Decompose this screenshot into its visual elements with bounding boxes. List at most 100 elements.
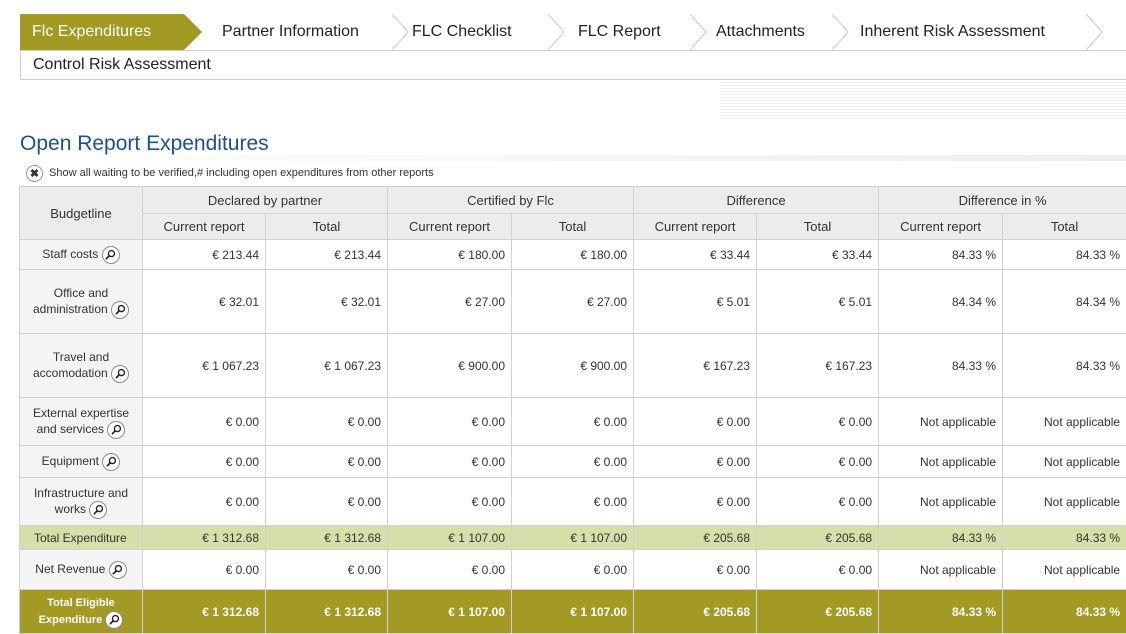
group-header: Declared by partner	[141, 186, 389, 214]
value-cell: € 27.00	[387, 269, 513, 334]
tab-label: Flc Expenditures	[32, 23, 152, 40]
subheader: Total	[756, 213, 880, 240]
value-cell: € 27.00	[511, 269, 635, 334]
tab-separator-icon	[548, 14, 565, 50]
value-cell: € 1 107.00	[387, 525, 513, 550]
value-cell: Not applicable	[878, 549, 1004, 590]
table-row: Net Revenue € 0.00 € 0.00 € 0.00 € 0.00 € 0.…	[19, 549, 1126, 590]
value-cell: 84.34 %	[1002, 269, 1126, 334]
budgetline-label: Office and administration	[32, 285, 109, 316]
magnifier-icon[interactable]	[108, 560, 127, 579]
tab-separator-icon	[832, 14, 849, 50]
table-row: Staff costs € 213.44 € 213.44 € 180.00 € 18…	[19, 239, 1126, 270]
magnifier-icon[interactable]	[89, 500, 108, 519]
budgetline-cell: Equipment	[19, 445, 143, 478]
magnifier-icon[interactable]	[102, 452, 121, 471]
budgetline-label: Staff costs	[42, 246, 99, 261]
value-cell: € 205.68	[633, 525, 758, 550]
value-cell: € 1 107.00	[511, 589, 635, 634]
close-icon[interactable]: ✖	[26, 164, 43, 182]
magnifier-icon[interactable]	[105, 610, 124, 629]
subheader: Total	[1002, 213, 1126, 240]
tab-separator-icon	[392, 14, 409, 50]
value-cell: € 1 067.23	[142, 333, 266, 398]
magnifier-icon[interactable]	[111, 300, 130, 319]
magnifier-icon[interactable]	[101, 245, 120, 264]
magnifier-icon[interactable]	[111, 364, 130, 383]
tab-separator-icon	[1086, 14, 1103, 50]
value-cell: € 0.00	[633, 445, 758, 478]
value-cell: € 0.00	[387, 549, 513, 590]
value-cell: € 0.00	[511, 445, 635, 478]
budgetline-label: Net Revenue	[35, 561, 106, 576]
value-cell: 84.33 %	[878, 525, 1004, 550]
subheader: Total	[264, 213, 389, 240]
subheader: Current report	[633, 213, 758, 240]
value-cell: € 0.00	[633, 477, 758, 526]
value-cell: € 33.44	[633, 239, 758, 270]
value-cell: € 0.00	[387, 445, 513, 478]
value-cell: 84.33 %	[878, 589, 1004, 634]
value-cell: € 0.00	[633, 549, 758, 590]
tab-label: FLC Checklist	[412, 23, 512, 40]
value-cell: € 0.00	[756, 477, 880, 526]
budgetline-cell: Office and administration	[19, 269, 143, 334]
tab-flc-report[interactable]: FLC Report	[548, 14, 707, 50]
value-cell: € 0.00	[142, 445, 266, 478]
show-all-toggle-row: ✖ Show all waiting to be verified,# incl…	[26, 164, 434, 182]
value-cell: € 0.00	[264, 397, 389, 446]
tab-attachments[interactable]: Attachments	[690, 14, 849, 50]
tab-flc-checklist[interactable]: FLC Checklist	[392, 14, 565, 50]
subheader: Current report	[878, 213, 1004, 240]
tab-partner-information[interactable]: Partner Information	[202, 14, 409, 50]
page-title: Open Report Expenditures	[20, 132, 269, 155]
value-cell: € 0.00	[264, 477, 389, 526]
value-cell: € 32.01	[142, 269, 266, 334]
value-cell: € 0.00	[756, 549, 880, 590]
tab-label: FLC Report	[578, 23, 661, 40]
value-cell: € 900.00	[511, 333, 635, 398]
tab-control-risk-assessment[interactable]: Control Risk Assessment	[33, 51, 211, 79]
value-cell: € 0.00	[264, 445, 389, 478]
tab-inherent-risk-assessment[interactable]: Inherent Risk Assessment	[832, 14, 1103, 50]
magnifier-icon[interactable]	[107, 420, 126, 439]
table-row: External expertise and services € 0.00 € …	[19, 397, 1126, 446]
budgetline-cell: Infrastructure and works	[19, 477, 143, 526]
value-cell: € 205.68	[633, 589, 758, 634]
value-cell: € 0.00	[511, 549, 635, 590]
value-cell: € 0.00	[142, 549, 266, 590]
tab-label: Partner Information	[222, 23, 359, 40]
total-row: Total Expenditure € 1 312.68 € 1 312.68 € 1…	[19, 525, 1126, 550]
value-cell: € 0.00	[511, 397, 635, 446]
value-cell: € 213.44	[142, 239, 266, 270]
value-cell: € 5.01	[756, 269, 880, 334]
tab-bar-row2: Control Risk Assessment	[20, 50, 1126, 80]
budgetline-cell: External expertise and services	[19, 397, 143, 446]
value-cell: € 167.23	[633, 333, 758, 398]
budgetline-cell: Total Eligible Expenditure	[19, 589, 143, 634]
value-cell: Not applicable	[878, 397, 1004, 446]
tab-arrow-icon	[184, 14, 202, 50]
value-cell: € 5.01	[633, 269, 758, 334]
value-cell: 84.33 %	[878, 333, 1004, 398]
value-cell: Not applicable	[878, 445, 1004, 478]
budgetline-cell: Net Revenue	[19, 549, 143, 590]
value-cell: € 0.00	[756, 445, 880, 478]
value-cell: € 33.44	[756, 239, 880, 270]
value-cell: € 180.00	[387, 239, 513, 270]
value-cell: € 0.00	[756, 397, 880, 446]
tab-label: Inherent Risk Assessment	[860, 23, 1045, 40]
budgetline-cell: Staff costs	[19, 239, 143, 270]
budgetline-label: Total Eligible Expenditure	[38, 596, 115, 626]
subheader: Current report	[387, 213, 513, 240]
group-header: Certified by Flc	[387, 186, 635, 214]
value-cell: € 205.68	[756, 589, 880, 634]
value-cell: € 167.23	[756, 333, 880, 398]
value-cell: Not applicable	[1002, 477, 1126, 526]
value-cell: € 213.44	[264, 239, 389, 270]
tab-flc-expenditures[interactable]: Flc Expenditures	[20, 14, 202, 50]
tab-separator-icon	[690, 14, 707, 50]
value-cell: 84.33 %	[1002, 589, 1126, 634]
value-cell: € 1 312.68	[264, 589, 389, 634]
value-cell: Not applicable	[1002, 445, 1126, 478]
